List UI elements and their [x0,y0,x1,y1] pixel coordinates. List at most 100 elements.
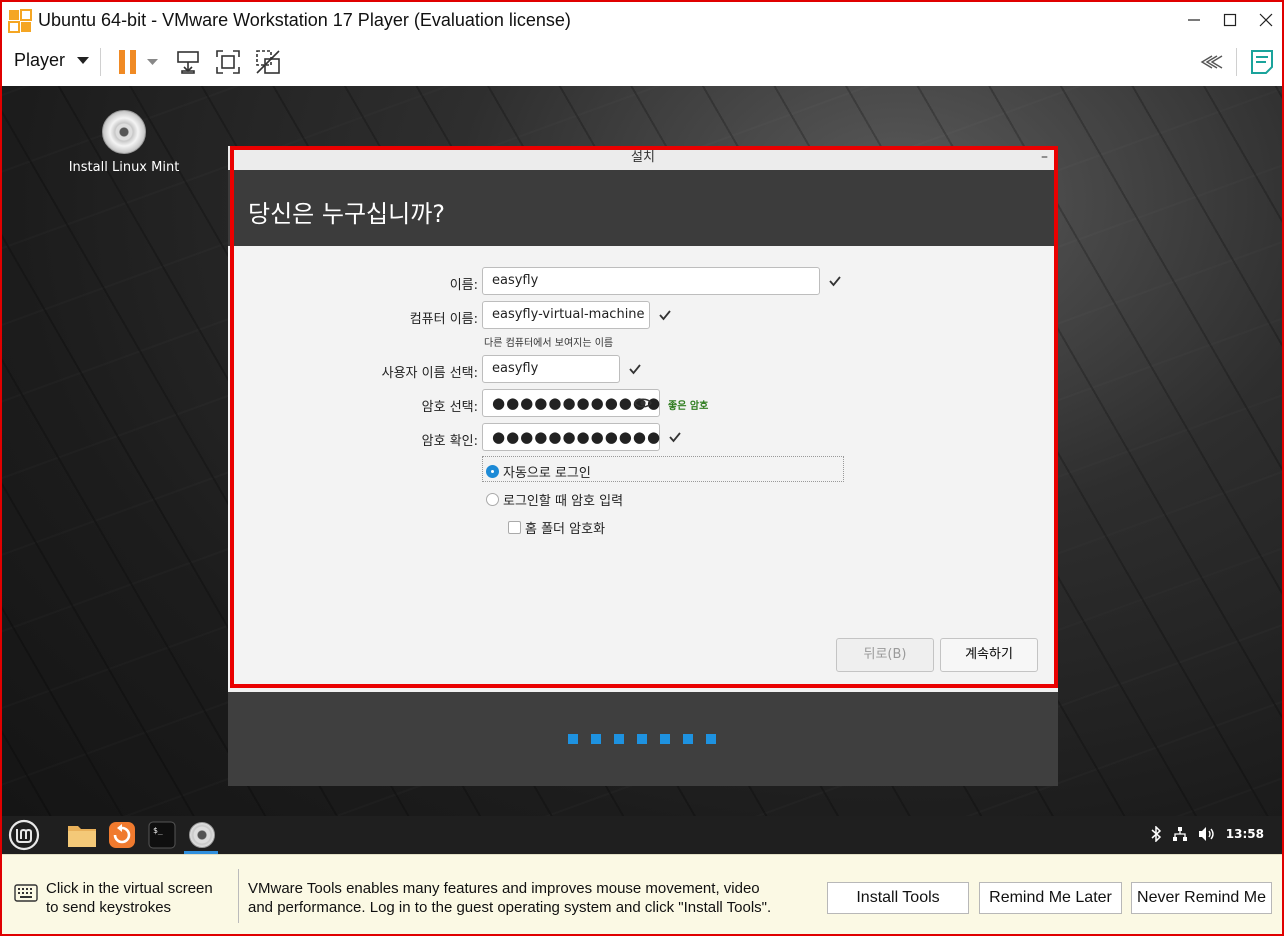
progress-step [568,734,578,744]
minimize-icon [1188,19,1200,21]
confirm-password-label: 암호 확인: [421,434,478,449]
require-password-radio[interactable] [486,493,499,506]
mint-menu-icon [8,819,40,851]
collapse-icon [1200,55,1223,69]
maximize-icon [1223,13,1237,27]
back-button[interactable]: 뒤로(B) [836,638,934,672]
confirm-password-field[interactable]: ●●●●●●●●●●●● [482,423,660,451]
chevron-down-icon [77,56,90,64]
toolbar: Player [2,38,1282,86]
toolbar-divider [100,48,101,76]
username-label: 사용자 이름 선택: [381,366,478,381]
progress-step [614,734,624,744]
virtual-screen[interactable]: Install Linux Mint 설치 – 당신은 누구십니까? 이름: e… [2,86,1282,854]
never-remind-me-button[interactable]: Never Remind Me [1131,882,1272,914]
clock[interactable]: 13:58 [1226,827,1264,841]
send-ctrl-alt-del-button[interactable] [172,46,204,78]
password-label: 암호 선택: [421,400,478,415]
chevron-down-icon [146,58,158,65]
vmware-logo-icon [8,9,32,33]
volume-icon[interactable] [1198,826,1216,842]
vmware-player-window: Ubuntu 64-bit - VMware Workstation 17 Pl… [0,0,1284,936]
progress-step [591,734,601,744]
mint-menu-button[interactable] [8,819,40,851]
progress-step [637,734,647,744]
desktop-icon-label: Install Linux Mint [68,160,180,175]
installer-title: 설치 [631,150,655,165]
encrypt-home-checkbox[interactable] [508,521,521,534]
progress-step [683,734,693,744]
encrypt-home-label: 홈 폴더 암호화 [525,522,606,537]
auto-login-radio[interactable] [486,465,499,478]
computer-name-field[interactable]: easyfly-virtual-machine [482,301,650,329]
disc-icon [102,110,146,154]
pause-button[interactable] [112,46,144,78]
terminal-icon: $_ [148,821,176,849]
installer-taskbar-button[interactable] [186,819,218,851]
checkmark-icon [629,364,641,375]
toolbar-divider [1236,48,1237,76]
notification-divider [238,869,239,923]
installer-progress-dots [568,734,716,744]
checkmark-icon [659,310,671,321]
keyboard-icon [14,884,38,902]
continue-button[interactable]: 계속하기 [940,638,1038,672]
terminal-button[interactable]: $_ [146,819,178,851]
require-password-label: 로그인할 때 암호 입력 [503,494,624,509]
install-tools-button[interactable]: Install Tools [827,882,969,914]
notes-icon [1251,50,1273,74]
folder-icon [68,826,96,847]
computer-name-label: 컴퓨터 이름: [409,312,478,327]
fullscreen-icon [216,50,240,74]
installer-title-bar: 설치 – [228,146,1058,170]
desktop-icon-install-linux-mint[interactable]: Install Linux Mint [66,110,182,175]
player-menu-label: Player [14,50,66,70]
player-menu[interactable]: Player [14,50,90,71]
network-icon[interactable] [1172,826,1188,842]
vmware-tools-notification: Click in the virtual screen to send keys… [2,854,1282,934]
disc-icon [189,822,215,848]
auto-login-label: 자동으로 로그인 [503,466,591,481]
checkmark-icon [669,432,681,443]
title-bar: Ubuntu 64-bit - VMware Workstation 17 Pl… [2,2,1282,40]
encrypt-home-option[interactable]: 홈 폴더 암호화 [508,518,605,537]
username-field[interactable]: easyfly [482,355,620,383]
tools-message-line1: VMware Tools enables many features and i… [248,880,760,897]
keystroke-hint-line1: Click in the virtual screen [46,880,213,897]
name-field[interactable]: easyfly [482,267,820,295]
checkmark-icon [829,276,841,287]
eye-icon[interactable] [634,396,652,410]
pause-icon [119,50,136,74]
collapse-toolbar-button[interactable] [1196,46,1228,78]
installer-minimize-button[interactable]: – [1041,146,1048,168]
progress-step [706,734,716,744]
close-button[interactable] [1248,2,1282,38]
minimize-button[interactable] [1176,2,1212,38]
update-manager-button[interactable] [106,819,138,851]
close-icon [1259,13,1273,27]
name-label: 이름: [449,278,478,293]
page-title: 당신은 누구십니까? [248,200,446,228]
computer-name-hint: 다른 컴퓨터에서 보여지는 이름 [484,338,614,349]
remind-me-later-button[interactable]: Remind Me Later [979,882,1122,914]
require-password-option[interactable]: 로그인할 때 암호 입력 [486,490,623,509]
auto-login-option[interactable]: 자동으로 로그인 [486,462,591,481]
maximize-button[interactable] [1212,2,1248,38]
system-tray: 13:58 [1150,826,1264,842]
tools-message-line2: and performance. Log in to the guest ope… [248,899,772,916]
fullscreen-button[interactable] [212,46,244,78]
pause-dropdown[interactable] [142,46,162,78]
notes-button[interactable] [1246,46,1278,78]
unity-icon [256,50,280,74]
unity-button[interactable] [252,46,284,78]
files-button[interactable] [66,819,98,851]
progress-step [660,734,670,744]
password-strength: 좋은 암호 [668,401,709,412]
keystroke-hint-line2: to send keystrokes [46,899,172,916]
installer-progress-area [228,692,1058,786]
installer-header: 당신은 누구십니까? [228,170,1058,246]
svg-text:$_: $_ [153,826,163,835]
guest-taskbar: $_ 13:58 [2,816,1282,854]
bluetooth-icon[interactable] [1150,826,1162,842]
update-manager-icon [109,822,135,848]
